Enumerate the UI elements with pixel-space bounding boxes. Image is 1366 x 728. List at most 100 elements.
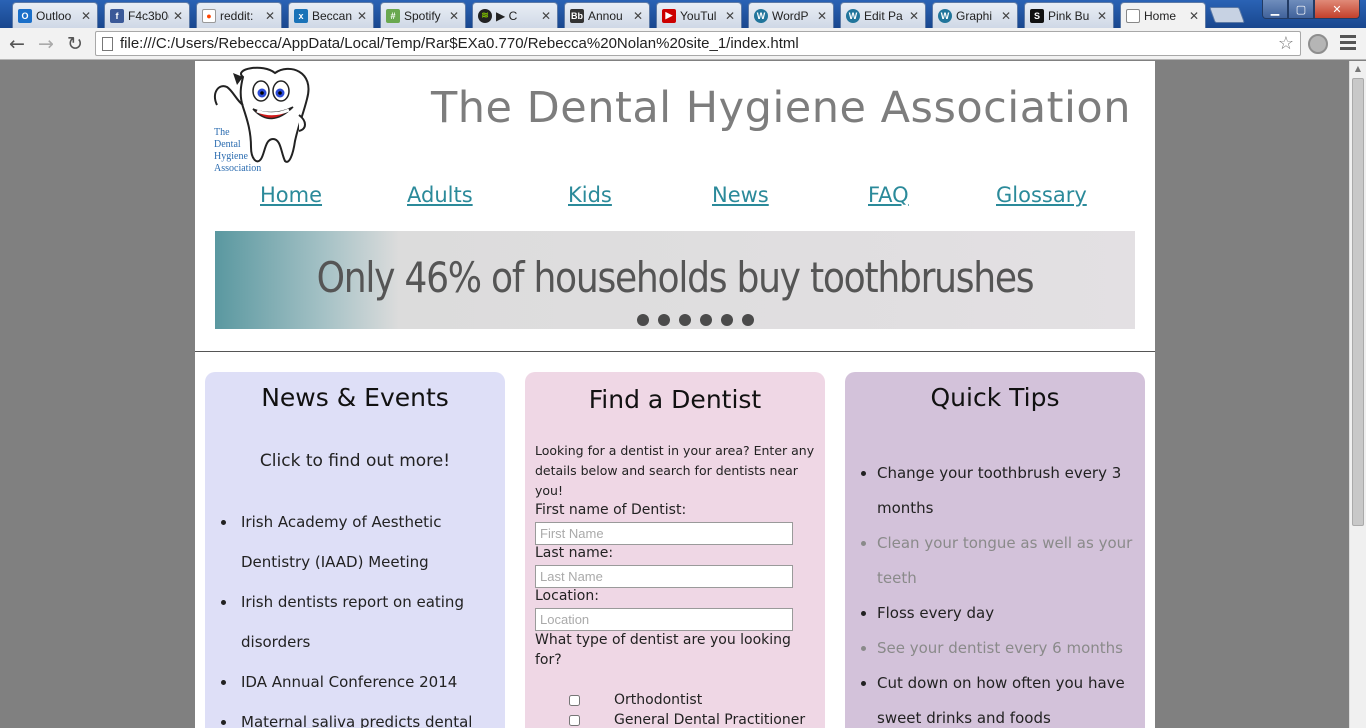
close-tab-icon[interactable]: ✕ (1001, 9, 1011, 23)
address-bar[interactable]: file:///C:/Users/Rebecca/AppData/Local/T… (95, 31, 1301, 56)
last-name-input[interactable] (535, 565, 793, 588)
close-tab-icon[interactable]: ✕ (541, 9, 551, 23)
close-window-button[interactable]: ✕ (1314, 0, 1360, 19)
close-tab-icon[interactable]: ✕ (265, 9, 275, 23)
close-tab-icon[interactable]: ✕ (449, 9, 459, 23)
general-practitioner-checkbox[interactable] (569, 714, 580, 726)
browser-tab[interactable]: ≋ ▶ C ✕ (472, 2, 558, 28)
site-title: The Dental Hygiene Association (431, 83, 1131, 133)
new-tab-button[interactable] (1209, 7, 1245, 23)
find-intro-text: Looking for a dentist in your area? Ente… (535, 443, 815, 498)
nav-link-news[interactable]: News (712, 183, 769, 207)
back-arrow-icon[interactable]: ← (5, 32, 29, 56)
browser-tab[interactable]: Bb Annou ✕ (564, 2, 650, 28)
tips-list: Change your toothbrush every 3 months Cl… (859, 456, 1139, 728)
news-item[interactable]: IDA Annual Conference 2014 (237, 662, 489, 702)
news-item[interactable]: Irish Academy of Aesthetic Dentistry (IA… (237, 502, 489, 582)
panel-title: News & Events (261, 383, 449, 412)
browser-tab-strip: O Outloo ✕ f F4c3b0( ✕ ● reddit: ✕ x Bec… (0, 0, 1366, 29)
type-option-orthodontist[interactable]: Orthodontist (569, 692, 702, 708)
tip-item: Change your toothbrush every 3 months (877, 456, 1139, 526)
wordpress-icon: W (754, 8, 768, 23)
site-logo[interactable]: The Dental Hygiene Association (203, 65, 315, 174)
slide-dot[interactable] (637, 314, 649, 326)
page-icon (102, 37, 113, 51)
close-tab-icon[interactable]: ✕ (725, 9, 735, 23)
close-tab-icon[interactable]: ✕ (633, 9, 643, 23)
nav-link-home[interactable]: Home (260, 183, 322, 207)
browser-tab[interactable]: S Pink Bu ✕ (1024, 2, 1114, 28)
close-tab-icon[interactable]: ✕ (173, 9, 183, 23)
maximize-window-button[interactable]: ▢ (1288, 0, 1314, 19)
wordpress-icon: W (846, 8, 860, 23)
spotify-web-icon: # (386, 8, 400, 23)
slide-indicators (637, 314, 754, 326)
wordpress-icon: W (938, 8, 952, 23)
news-item[interactable]: Irish dentists report on eating disorder… (237, 582, 489, 662)
browser-tab[interactable]: O Outloo ✕ (12, 2, 98, 28)
close-tab-icon[interactable]: ✕ (1189, 9, 1199, 23)
menu-icon[interactable] (1340, 35, 1356, 53)
close-tab-icon[interactable]: ✕ (909, 9, 919, 23)
close-tab-icon[interactable]: ✕ (357, 9, 367, 23)
nav-link-glossary[interactable]: Glossary (996, 183, 1087, 207)
location-label: Location: (535, 588, 599, 604)
slide-dot[interactable] (679, 314, 691, 326)
slide-dot[interactable] (700, 314, 712, 326)
slide-dot[interactable] (658, 314, 670, 326)
url-text: file:///C:/Users/Rebecca/AppData/Local/T… (120, 35, 799, 52)
panel-title: Find a Dentist (588, 385, 762, 414)
facebook-icon: f (110, 8, 124, 23)
forward-arrow-icon[interactable]: → (34, 32, 58, 56)
reload-icon[interactable]: ↻ (63, 32, 87, 56)
browser-tab[interactable]: x Beccan ✕ (288, 2, 374, 28)
minimize-window-button[interactable]: ▁ (1262, 0, 1288, 19)
page-scrollbar[interactable]: ▲ (1349, 61, 1366, 728)
browser-tab[interactable]: W Graphi ✕ (932, 2, 1018, 28)
news-subtitle-link[interactable]: Click to find out more! (205, 451, 505, 471)
nav-link-kids[interactable]: Kids (568, 183, 612, 207)
tip-item: Floss every day (877, 596, 1139, 631)
browser-tab[interactable]: W WordP ✕ (748, 2, 834, 28)
logo-text: The Dental Hygiene Association (214, 127, 262, 174)
spotify-icon: ≋ (478, 8, 492, 23)
tip-item: Clean your tongue as well as your teeth (877, 526, 1139, 596)
browser-tab[interactable]: # Spotify ✕ (380, 2, 466, 28)
banner-text: Only 46% of households buy toothbrushes (316, 253, 1035, 302)
news-item[interactable]: Maternal saliva predicts dental (237, 702, 489, 728)
browser-tab-active[interactable]: Home ✕ (1120, 2, 1206, 29)
browser-tab[interactable]: ▶ YouTul ✕ (656, 2, 742, 28)
browser-toolbar: ← → ↻ file:///C:/Users/Rebecca/AppData/L… (0, 28, 1366, 60)
blackboard-icon: Bb (570, 8, 584, 23)
scroll-up-arrow-icon[interactable]: ▲ (1350, 61, 1366, 77)
browser-tab[interactable]: f F4c3b0( ✕ (104, 2, 190, 28)
orthodontist-checkbox[interactable] (569, 694, 580, 706)
squarespace-icon: S (1030, 8, 1044, 23)
beccan-icon: x (294, 8, 308, 23)
reddit-icon: ● (202, 8, 216, 23)
tip-item: See your dentist every 6 months (877, 631, 1139, 666)
banner-slideshow[interactable]: Only 46% of households buy toothbrushes (215, 231, 1135, 329)
nav-link-faq[interactable]: FAQ (868, 183, 909, 207)
divider (195, 351, 1155, 352)
bookmark-star-icon[interactable]: ☆ (1278, 32, 1294, 55)
outlook-icon: O (18, 8, 32, 23)
close-tab-icon[interactable]: ✕ (1097, 9, 1107, 23)
slide-dot[interactable] (721, 314, 733, 326)
close-tab-icon[interactable]: ✕ (81, 9, 91, 23)
news-events-panel: News & Events Click to find out more! Ir… (205, 372, 505, 728)
tip-item: Cut down on how often you have sweet dri… (877, 666, 1139, 728)
nav-link-adults[interactable]: Adults (407, 183, 473, 207)
type-option-general[interactable]: General Dental Practitioner (569, 712, 805, 728)
location-input[interactable] (535, 608, 793, 631)
browser-tab[interactable]: W Edit Pa ✕ (840, 2, 926, 28)
slide-dot[interactable] (742, 314, 754, 326)
last-name-label: Last name: (535, 545, 614, 561)
web-page: The Dental Hygiene Association The Denta… (195, 61, 1155, 728)
extension-icon[interactable] (1308, 34, 1328, 54)
youtube-icon: ▶ (662, 8, 676, 23)
scrollbar-thumb[interactable] (1352, 78, 1364, 526)
first-name-input[interactable] (535, 522, 793, 545)
browser-tab[interactable]: ● reddit: ✕ (196, 2, 282, 28)
close-tab-icon[interactable]: ✕ (817, 9, 827, 23)
